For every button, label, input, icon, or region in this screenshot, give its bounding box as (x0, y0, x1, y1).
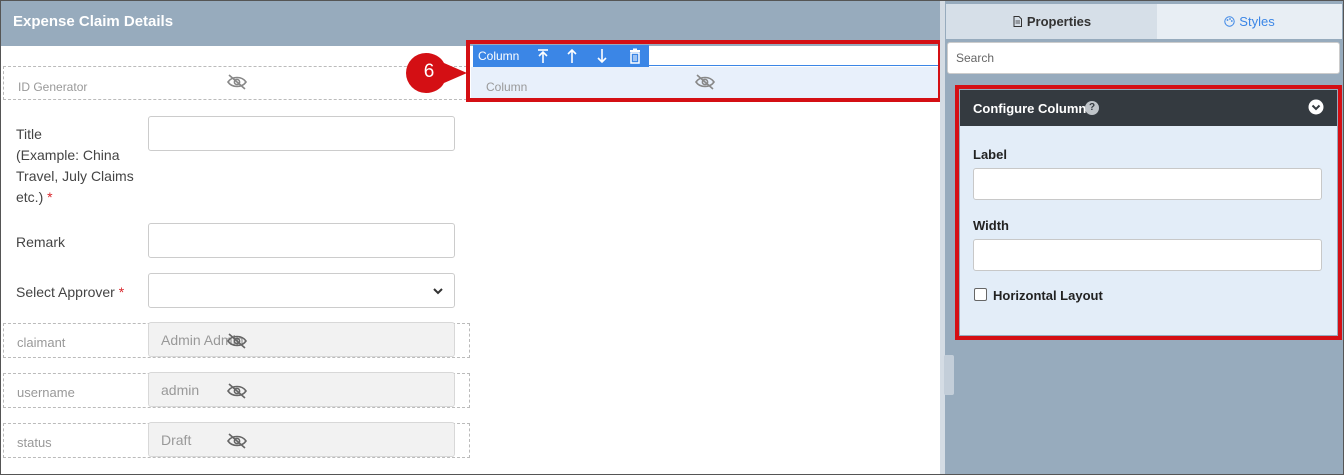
approver-label: Select Approver * (16, 282, 124, 303)
resize-handle[interactable] (944, 355, 954, 395)
approver-label-text: Select Approver (16, 284, 115, 300)
required-mark: * (47, 189, 53, 205)
hidden-eye-icon (226, 383, 248, 399)
hidden-eye-icon (226, 333, 248, 349)
remark-label: Remark (16, 234, 66, 250)
username-value: admin (161, 382, 200, 398)
tab-properties-label: Properties (1026, 14, 1092, 29)
section-title: Expense Claim Details (13, 13, 174, 30)
status-input: Draft (148, 422, 455, 457)
callout-number: 6 (423, 61, 435, 82)
required-mark: * (118, 284, 125, 300)
tab-styles-label: Styles (1239, 14, 1275, 29)
palette-icon (1224, 16, 1235, 27)
id-generator-label: ID Generator (18, 80, 88, 94)
tab-properties[interactable]: Properties (946, 4, 1157, 39)
panel-divider (940, 0, 945, 475)
title-label-line: (Example: China (16, 147, 120, 163)
username-input: admin (148, 372, 455, 407)
title-input[interactable] (148, 116, 455, 151)
remark-input[interactable] (148, 223, 455, 258)
title-label-line: Travel, July Claims (16, 168, 134, 184)
hidden-eye-icon (226, 74, 248, 90)
highlight-box-column (466, 40, 942, 102)
status-value: Draft (161, 432, 192, 448)
claimant-input: Admin Admin (148, 322, 455, 357)
highlight-box-config (955, 85, 1342, 340)
title-label-line: Title (16, 126, 42, 142)
title-label: Title (Example: China Travel, July Claim… (16, 124, 134, 208)
title-label-line: etc.) (16, 189, 44, 205)
claimant-label: claimant (17, 335, 66, 350)
approver-select[interactable] (148, 273, 455, 308)
status-label: status (17, 435, 52, 450)
document-icon (1013, 16, 1022, 27)
tab-styles[interactable]: Styles (1157, 4, 1342, 39)
search-input[interactable] (947, 42, 1340, 74)
chevron-down-icon (432, 284, 444, 296)
hidden-eye-icon (226, 433, 248, 449)
id-generator-field[interactable]: ID Generator (3, 66, 467, 100)
username-label: username (17, 385, 75, 400)
